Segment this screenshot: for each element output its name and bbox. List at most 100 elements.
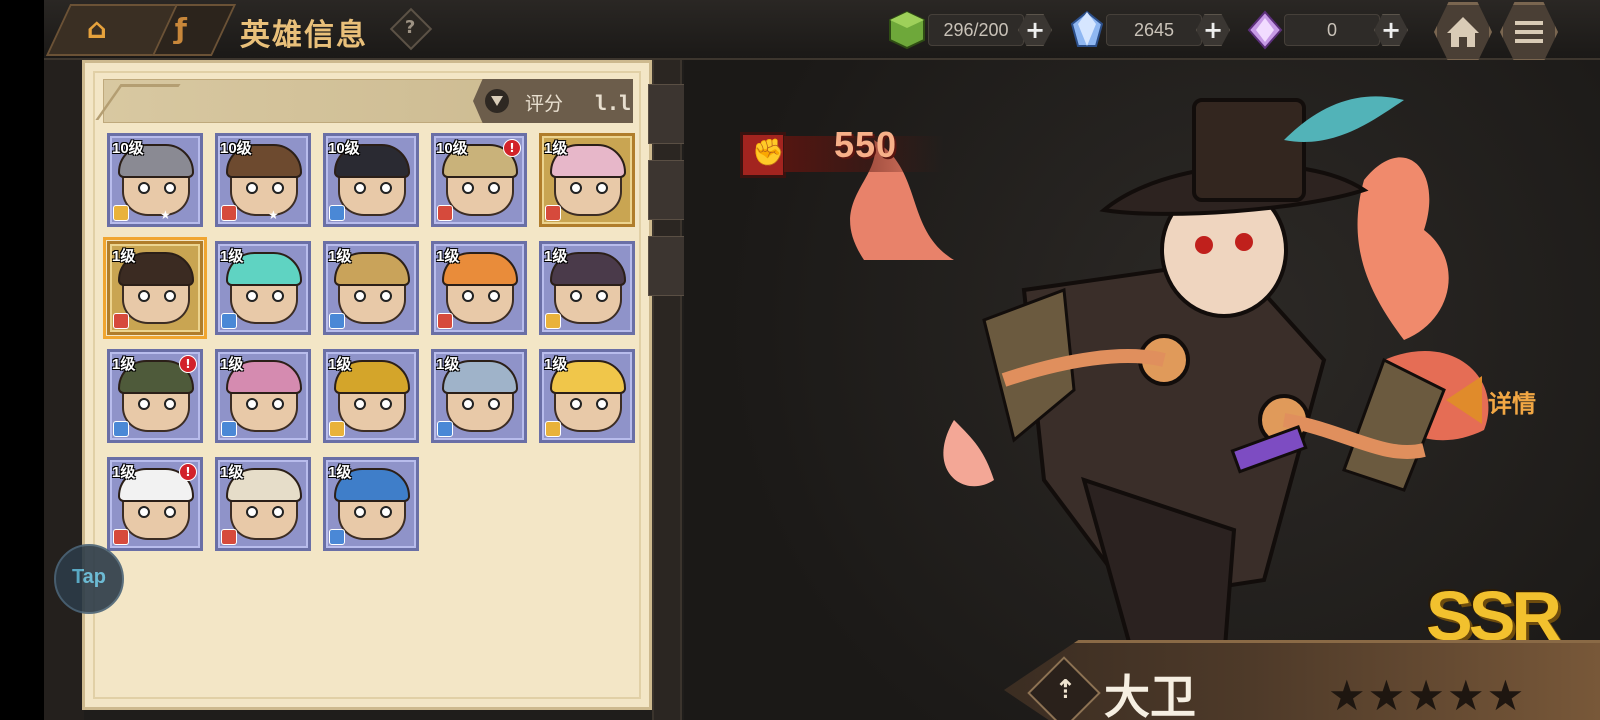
plus-icon: +: [1380, 16, 1402, 44]
plus-icon: +: [1024, 16, 1046, 44]
hero-card[interactable]: 1级: [539, 241, 635, 335]
sort-button[interactable]: 评分 l.l: [473, 79, 633, 123]
hero-level: 1级: [436, 356, 460, 373]
side-tab-3[interactable]: [648, 236, 688, 296]
hero-eye: [272, 506, 284, 518]
hero-eye: [246, 182, 258, 194]
hero-eye: [462, 398, 474, 410]
menu-button[interactable]: [1500, 2, 1558, 62]
hero-eye: [246, 506, 258, 518]
hero-eye: [462, 290, 474, 302]
hero-card[interactable]: 1级: [215, 241, 311, 335]
left-strip: [44, 60, 84, 720]
hero-level: 10级: [112, 140, 144, 157]
hero-level: 10级: [328, 140, 360, 157]
crystal-counter: 2645: [1106, 14, 1202, 46]
hero-class-icon: [113, 529, 129, 545]
details-label: 详情: [1488, 390, 1536, 418]
alert-icon: !: [179, 355, 197, 373]
hero-class-icon: [221, 205, 237, 221]
hero-level: 1级: [544, 248, 568, 265]
hero-level: 1级: [112, 356, 136, 373]
hero-card[interactable]: 1级: [323, 349, 419, 443]
hero-level: 1级: [112, 464, 136, 481]
hero-eye: [246, 398, 258, 410]
hero-class-icon: [113, 313, 129, 329]
hero-card[interactable]: 1级: [539, 133, 635, 227]
hero-level: 1级: [112, 248, 136, 265]
menu-list-icon: [1515, 21, 1543, 43]
stamina-cube-icon: [889, 10, 925, 50]
hero-eye: [354, 290, 366, 302]
hero-level: 1级: [328, 356, 352, 373]
hero-card[interactable]: 1级: [431, 241, 527, 335]
hero-class-icon: [437, 205, 453, 221]
plus-icon: +: [1202, 16, 1224, 44]
gem-value: 0: [1326, 20, 1337, 40]
star-icon: ★: [268, 208, 279, 222]
hero-eye: [164, 398, 176, 410]
hero-card[interactable]: 10级 ★: [107, 133, 203, 227]
side-tab-2[interactable]: [648, 160, 688, 220]
star-icon: ★: [160, 208, 171, 222]
hero-eye: [164, 182, 176, 194]
filter-icon[interactable]: [485, 89, 509, 113]
hero-eye: [272, 182, 284, 194]
crystal-value: 2645: [1133, 20, 1175, 40]
hero-card[interactable]: 1级!: [107, 349, 203, 443]
hero-list-panel: 评分 l.l 10级 ★ 10级 ★ 10级 10级! 1级 1级 1级 1级 1级 1级 1级! 1级 1…: [82, 60, 652, 710]
hero-class-icon: [437, 421, 453, 437]
hero-eye: [570, 398, 582, 410]
hero-eye: [354, 398, 366, 410]
hero-card[interactable]: 1级: [323, 241, 419, 335]
hero-class-icon: [329, 313, 345, 329]
hero-class-icon: [221, 421, 237, 437]
arrow-left-icon: [1446, 376, 1482, 424]
hero-eye: [246, 290, 258, 302]
hero-level: 10级: [220, 140, 252, 157]
star-rating: ★★★★★: [1328, 671, 1527, 720]
class-glyph: ⇡: [1054, 675, 1077, 706]
hero-eye: [164, 506, 176, 518]
hero-card[interactable]: 1级: [323, 457, 419, 551]
hero-class-icon: [113, 421, 129, 437]
alert-icon: !: [179, 463, 197, 481]
hero-card[interactable]: 10级!: [431, 133, 527, 227]
hero-level: 1级: [328, 464, 352, 481]
stamina-counter: 296/200: [928, 14, 1024, 46]
hero-card[interactable]: 1级: [431, 349, 527, 443]
details-button[interactable]: 详情: [1446, 370, 1586, 430]
hero-eye: [596, 290, 608, 302]
hero-level: 1级: [436, 248, 460, 265]
hero-class-icon: [545, 313, 561, 329]
hero-eye: [380, 290, 392, 302]
hero-eye: [138, 398, 150, 410]
hero-eye: [138, 290, 150, 302]
hero-eye: [488, 398, 500, 410]
side-tab-1[interactable]: [648, 84, 688, 144]
hero-card[interactable]: 1级: [103, 237, 207, 339]
help-button[interactable]: ?: [389, 7, 433, 51]
hero-card[interactable]: 1级!: [107, 457, 203, 551]
hero-card[interactable]: 10级 ★: [215, 133, 311, 227]
hero-name: 大卫: [1104, 670, 1196, 720]
hero-eye: [596, 398, 608, 410]
hero-card[interactable]: 1级: [215, 457, 311, 551]
tap-overlay-button[interactable]: Tap: [54, 544, 124, 614]
filter-bar-decoration: [95, 84, 181, 120]
hero-class-icon: [329, 205, 345, 221]
panel-divider: [652, 60, 682, 720]
hero-eye: [488, 290, 500, 302]
hero-card[interactable]: 10级: [323, 133, 419, 227]
hero-card[interactable]: 1级: [215, 349, 311, 443]
gem-counter: 0: [1284, 14, 1380, 46]
combat-power-value: 550: [834, 124, 898, 165]
stamina-value: 296/200: [943, 20, 1009, 40]
hero-level: 10级: [436, 140, 468, 157]
home-button[interactable]: [1434, 2, 1492, 62]
hero-eye: [462, 182, 474, 194]
hero-name-banner: ⇡ 大卫 ★★★★★: [1004, 640, 1600, 720]
hero-card[interactable]: 1级: [539, 349, 635, 443]
gem-icon: [1247, 10, 1283, 50]
hero-class-icon: [329, 421, 345, 437]
